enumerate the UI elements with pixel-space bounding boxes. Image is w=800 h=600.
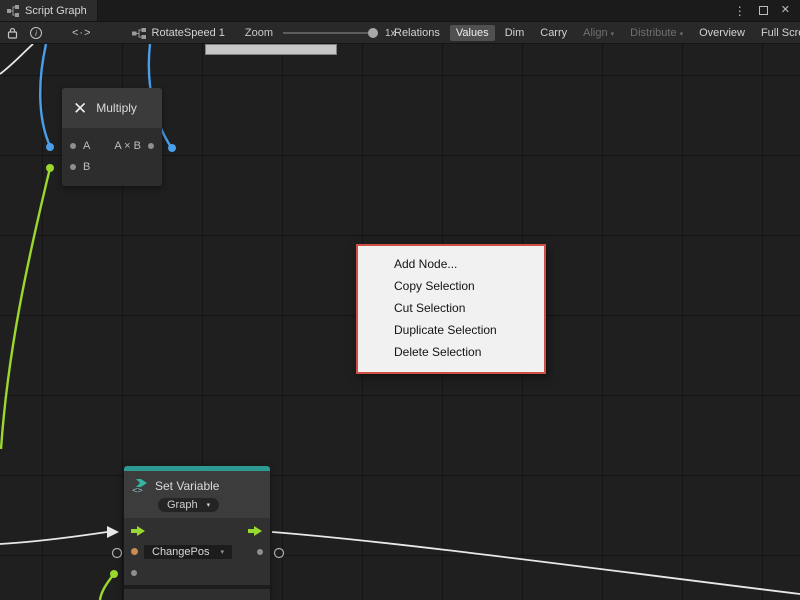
chevron-down-icon: ▾ xyxy=(611,31,615,38)
svg-text:<>: <> xyxy=(132,486,143,494)
value-input-row xyxy=(124,562,270,583)
values-button[interactable]: Values xyxy=(450,25,495,41)
port-b-label: B xyxy=(83,161,90,173)
multiply-node-header[interactable]: ✕ Multiply xyxy=(62,88,162,128)
menu-item-duplicate-selection[interactable]: Duplicate Selection xyxy=(358,319,544,341)
carry-button[interactable]: Carry xyxy=(534,25,573,41)
titlebar: Script Graph ⋮ ✕ xyxy=(0,0,800,22)
variable-row: ChangePos ▾ xyxy=(124,541,270,562)
maximize-icon[interactable] xyxy=(759,6,768,15)
breadcrumb-label: RotateSpeed 1 xyxy=(152,27,225,39)
dim-button[interactable]: Dim xyxy=(499,25,531,41)
variable-scope-dropdown[interactable]: Graph ▾ xyxy=(158,498,219,512)
multiply-icon: ✕ xyxy=(73,100,87,117)
flow-output-port[interactable] xyxy=(248,525,263,537)
graph-tab-icon xyxy=(7,5,19,17)
zoom-slider-thumb[interactable] xyxy=(368,28,378,38)
multiply-node-body: A A × B B xyxy=(62,128,162,186)
tab-script-graph[interactable]: Script Graph xyxy=(0,0,98,21)
tab-label: Script Graph xyxy=(25,5,87,17)
node-footer-section xyxy=(124,589,270,600)
port-circle-left[interactable] xyxy=(113,549,122,558)
wire-blue-input-a[interactable] xyxy=(40,44,50,146)
green-endpoint-dot[interactable] xyxy=(110,570,118,578)
value-input-port[interactable] xyxy=(131,570,137,576)
relations-button[interactable]: Relations xyxy=(388,25,446,41)
fullscreen-button[interactable]: Full Screen xyxy=(755,25,800,41)
summary-field[interactable] xyxy=(205,44,337,55)
value-output-port[interactable] xyxy=(257,549,263,555)
chevron-down-icon: ▾ xyxy=(207,501,211,509)
info-icon[interactable]: i xyxy=(30,27,42,39)
script-graph-window: Script Graph ⋮ ✕ i <·> xyxy=(0,0,800,600)
toolbar: i <·> RotateSpeed 1 Zoom 1x Relations xyxy=(0,22,800,44)
chevron-down-icon: ▾ xyxy=(680,31,684,38)
set-variable-header[interactable]: <> Set Variable Graph ▾ xyxy=(124,471,270,518)
menu-item-add-node[interactable]: Add Node... xyxy=(358,253,544,275)
node-set-variable[interactable]: <> Set Variable Graph ▾ xyxy=(124,466,270,600)
green-endpoint-dot-b[interactable] xyxy=(46,164,54,172)
port-a-label: A xyxy=(83,140,90,152)
multiply-node-title: Multiply xyxy=(96,101,137,115)
menu-item-cut-selection[interactable]: Cut Selection xyxy=(358,297,544,319)
window-controls: ⋮ ✕ xyxy=(734,0,800,21)
graph-breadcrumb[interactable]: RotateSpeed 1 xyxy=(132,27,225,39)
lock-icon[interactable] xyxy=(7,27,18,39)
variable-name-port[interactable] xyxy=(131,548,138,555)
wire-white-flow-out[interactable] xyxy=(272,532,800,594)
graph-canvas[interactable]: ✕ Multiply A A × B B Add Node... Copy Se… xyxy=(0,44,800,600)
multiply-row-b: B xyxy=(62,156,162,177)
zoom-label: Zoom xyxy=(245,27,273,39)
flow-arrowhead-icon xyxy=(107,526,119,538)
blue-endpoint-dot-out[interactable] xyxy=(168,144,176,152)
overview-button[interactable]: Overview xyxy=(693,25,751,41)
input-port-a[interactable] xyxy=(70,143,76,149)
menu-item-copy-selection[interactable]: Copy Selection xyxy=(358,275,544,297)
set-variable-title-row: <> Set Variable xyxy=(132,477,262,495)
distribute-button[interactable]: Distribute▾ xyxy=(624,25,689,41)
output-port[interactable] xyxy=(148,143,154,149)
node-multiply[interactable]: ✕ Multiply A A × B B xyxy=(62,88,162,186)
code-preview-icon[interactable]: <·> xyxy=(72,27,92,39)
multiply-row-a: A A × B xyxy=(62,135,162,156)
zoom-slider[interactable] xyxy=(283,27,378,39)
toolbar-buttons: Relations Values Dim Carry Align▾ Distri… xyxy=(388,22,800,44)
align-button[interactable]: Align▾ xyxy=(577,25,620,41)
input-port-b[interactable] xyxy=(70,164,76,170)
blue-endpoint-dot-a[interactable] xyxy=(46,143,54,151)
wire-green-input-b[interactable] xyxy=(1,168,50,449)
wire-white-flow-in[interactable] xyxy=(0,532,107,544)
variable-name-dropdown[interactable]: ChangePos ▾ xyxy=(144,545,232,559)
menu-item-delete-selection[interactable]: Delete Selection xyxy=(358,341,544,363)
flow-row xyxy=(124,520,270,541)
set-variable-title: Set Variable xyxy=(155,479,219,493)
window-menu-icon[interactable]: ⋮ xyxy=(734,5,746,17)
wire-green-bottom[interactable] xyxy=(100,574,114,600)
port-out-label: A × B xyxy=(114,140,141,152)
graph-breadcrumb-icon xyxy=(132,28,146,39)
chevron-down-icon: ▾ xyxy=(221,548,225,556)
set-variable-icon: <> xyxy=(132,478,148,494)
context-menu: Add Node... Copy Selection Cut Selection… xyxy=(356,244,546,374)
port-circle-right[interactable] xyxy=(275,549,284,558)
zoom-slider-track xyxy=(283,32,378,34)
wire-white-top-left[interactable] xyxy=(0,44,33,74)
close-icon[interactable]: ✕ xyxy=(781,5,790,16)
toolbar-left: i <·> RotateSpeed 1 Zoom 1x xyxy=(0,22,396,44)
set-variable-body: ChangePos ▾ xyxy=(124,518,270,585)
flow-input-port[interactable] xyxy=(131,525,146,537)
